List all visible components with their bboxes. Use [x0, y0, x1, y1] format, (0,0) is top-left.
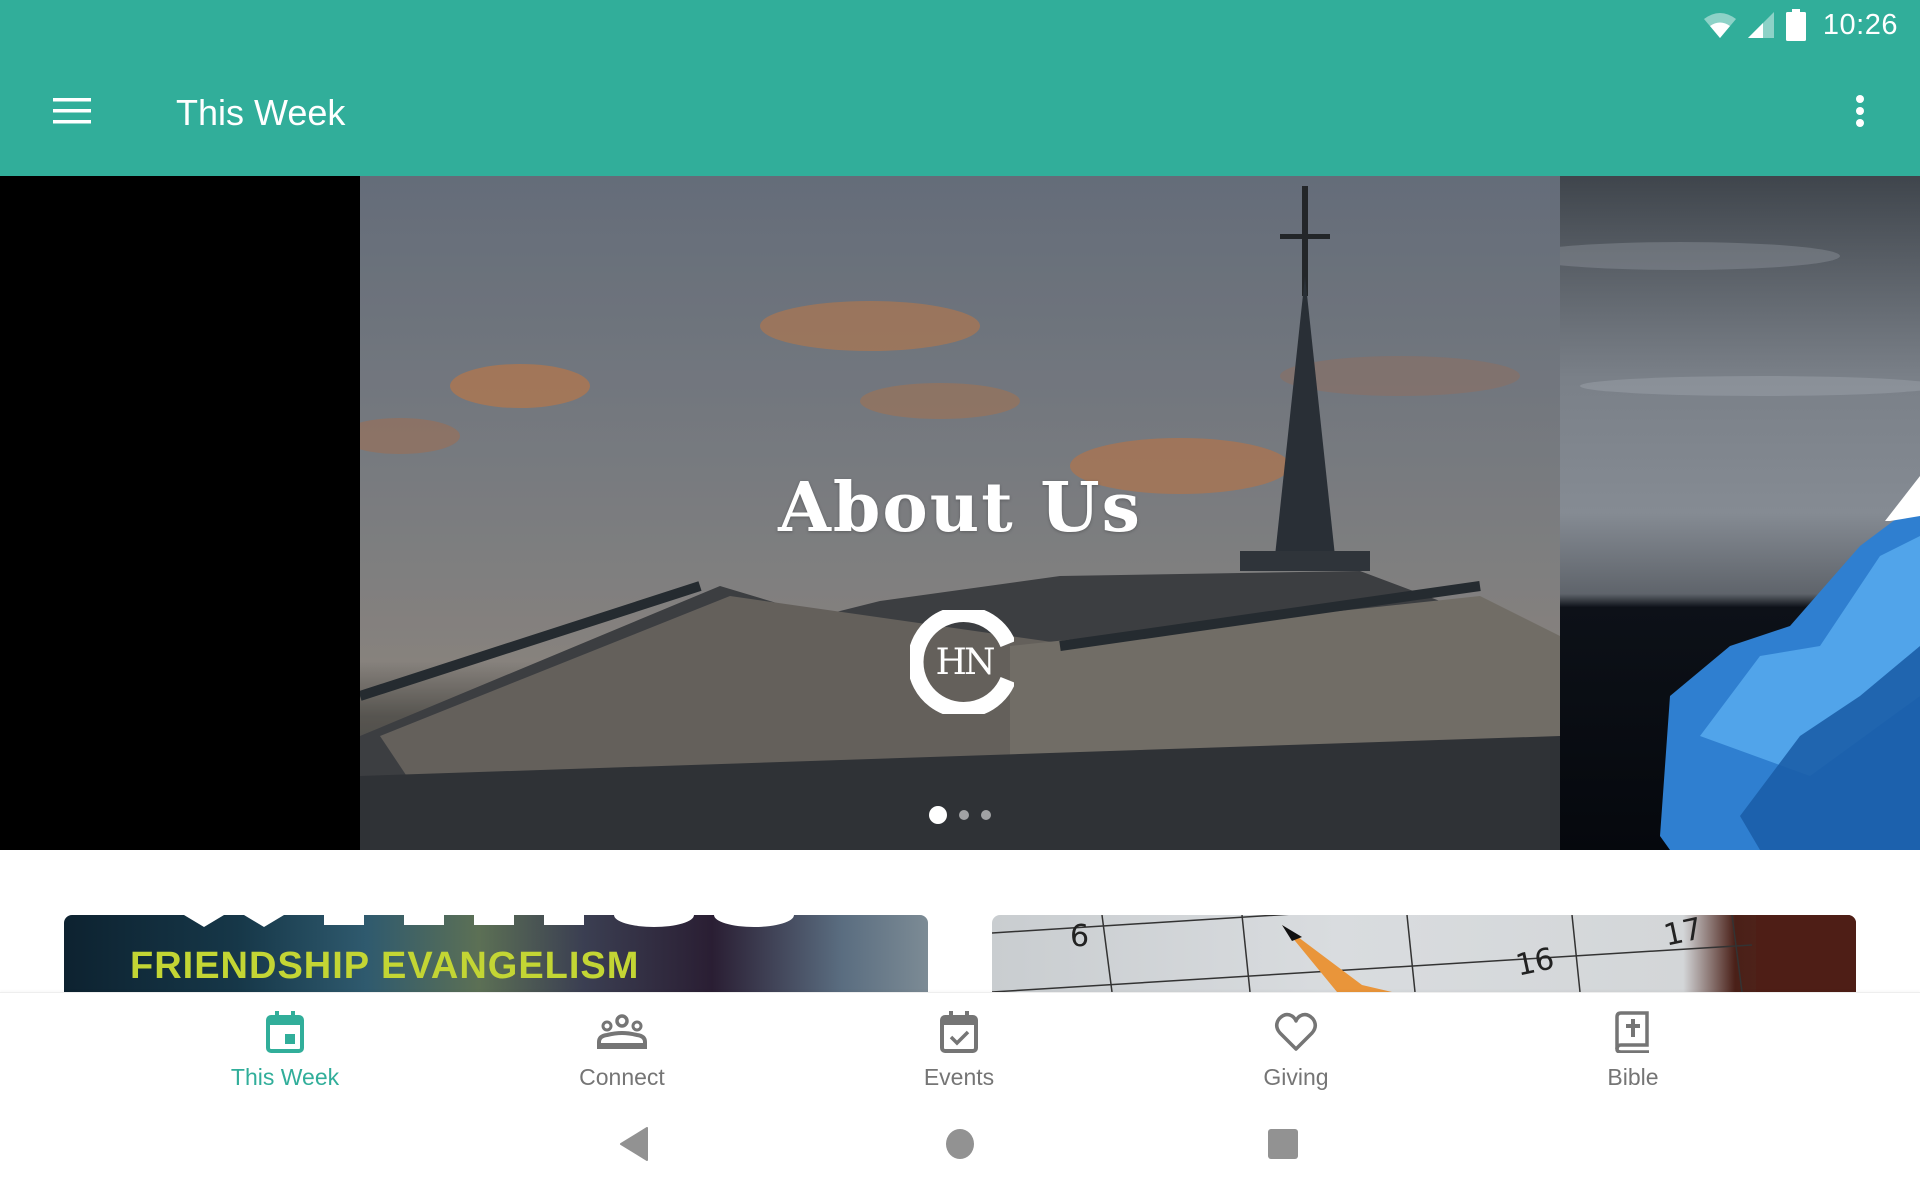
bible-book-icon: [1615, 993, 1651, 1058]
nav-tab-bible[interactable]: Bible: [1513, 993, 1753, 1093]
card-title: FRIENDSHIP EVANGELISM: [130, 945, 640, 987]
nav-label: Connect: [579, 1064, 665, 1090]
iceberg-photo: [1560, 242, 1920, 850]
bottom-navigation: This Week Connect Events Giving Bible: [0, 992, 1920, 1092]
nav-tab-events[interactable]: Events: [839, 993, 1079, 1093]
nav-tab-this-week[interactable]: This Week: [165, 993, 405, 1093]
carousel-dot-2[interactable]: [959, 810, 969, 820]
featured-carousel[interactable]: About Us HN: [0, 176, 1920, 850]
carousel-slide-next[interactable]: [1560, 176, 1920, 850]
nav-label: This Week: [230, 1064, 340, 1090]
carousel-slide-about-us[interactable]: About Us HN: [360, 176, 1560, 850]
church-logo: HN: [907, 606, 1016, 718]
nav-label: Events: [923, 1064, 995, 1090]
card-calendar[interactable]: 6 16 17: [992, 915, 1856, 992]
system-home-button[interactable]: [940, 1128, 980, 1164]
app-bar: 10:26 This Week: [0, 0, 1920, 176]
home-icon: [945, 1128, 975, 1165]
cell-signal-icon: [1747, 11, 1775, 39]
carousel-dot-1[interactable]: [929, 806, 947, 824]
toolbar: This Week: [0, 50, 1920, 176]
calendar-today-icon: [265, 993, 305, 1058]
content-cards: FRIENDSHIP EVANGELISM 6 16 17: [0, 850, 1920, 992]
nav-tab-connect[interactable]: Connect: [502, 993, 742, 1093]
hamburger-menu-icon: [53, 97, 91, 129]
groups-icon: [597, 993, 647, 1058]
calendar-photo: [992, 915, 1856, 992]
recents-icon: [1268, 1128, 1298, 1165]
clock: 10:26: [1822, 8, 1898, 41]
system-navigation-bar: [0, 1092, 1920, 1200]
nav-label: Bible: [1607, 1064, 1659, 1090]
calendar-number: 6: [1070, 919, 1090, 954]
slide-title: About Us: [778, 468, 1142, 548]
battery-icon: [1785, 9, 1807, 41]
wifi-icon: [1703, 11, 1737, 39]
navigation-menu-button[interactable]: [40, 88, 104, 138]
nav-label: Giving: [1263, 1064, 1329, 1090]
card-graphic-text-fragment: [184, 915, 794, 927]
logo-text: HN: [936, 642, 994, 683]
heart-outline-icon: [1274, 993, 1318, 1058]
nav-tab-giving[interactable]: Giving: [1176, 993, 1416, 1093]
overflow-menu-button[interactable]: [1840, 88, 1880, 138]
status-bar: 10:26: [1703, 0, 1920, 50]
page-title: This Week: [176, 92, 346, 133]
more-vert-icon: [1855, 94, 1865, 133]
carousel-dot-3[interactable]: [981, 810, 991, 820]
carousel-slide-previous: [0, 176, 360, 850]
event-available-icon: [939, 993, 979, 1058]
system-back-button[interactable]: [614, 1126, 654, 1166]
card-friendship-evangelism[interactable]: FRIENDSHIP EVANGELISM: [64, 915, 928, 992]
system-recents-button[interactable]: [1263, 1128, 1303, 1164]
back-icon: [619, 1126, 649, 1166]
carousel-indicator: [360, 806, 1560, 824]
